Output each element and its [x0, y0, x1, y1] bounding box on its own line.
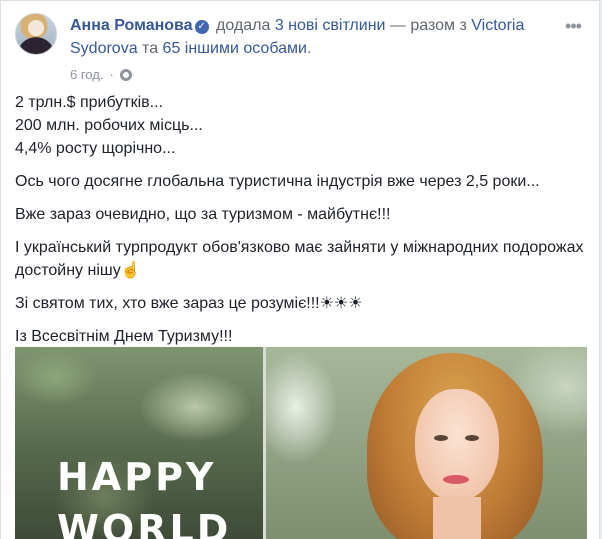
action-text: додала — [216, 17, 271, 34]
portrait-neck — [433, 497, 481, 539]
post-headline: Анна Романова ✓ додала 3 нові світлини — … — [70, 14, 539, 60]
post-photo[interactable]: HAPPY WORLD — [15, 347, 587, 539]
post-paragraph: Вже зараз очевидно, що за туризмом - май… — [15, 206, 391, 223]
author-avatar[interactable] — [15, 13, 57, 55]
stats-line: 4,4% росту щорічно... — [15, 140, 176, 157]
post-header: Анна Романова ✓ додала 3 нові світлини — … — [15, 13, 585, 85]
stats-block: 2 трлн.$ прибутків... 200 млн. робочих м… — [15, 91, 585, 160]
photo-caption: HAPPY WORLD — [57, 451, 231, 539]
stats-line: 2 трлн.$ прибутків... — [15, 94, 164, 111]
portrait-eye — [434, 435, 448, 441]
post-meta: 6 год. · — [70, 67, 132, 82]
photo-caption-line: HAPPY — [57, 455, 217, 499]
post-paragraph: Ось чого досягне глобальна туристична ін… — [15, 173, 540, 190]
post-paragraph: Із Всесвітнім Днем Туризму!!! — [15, 328, 233, 345]
headline-period: . — [306, 40, 312, 57]
post-paragraph: І український турпродукт обов'язково має… — [15, 239, 584, 279]
portrait-lips — [443, 475, 469, 484]
post-card: Анна Романова ✓ додала 3 нові світлини — … — [0, 0, 600, 539]
verified-badge-icon: ✓ — [194, 20, 209, 34]
with-text: — разом з — [389, 17, 467, 34]
portrait-eye — [465, 435, 479, 441]
photos-link[interactable]: 3 нові світлини — [275, 17, 386, 34]
more-options-icon[interactable]: ••• — [561, 15, 585, 37]
author-name[interactable]: Анна Романова — [70, 17, 193, 34]
portrait-face — [415, 389, 499, 501]
post-paragraph: Зі святом тих, хто вже зараз це розуміє!… — [15, 295, 363, 312]
post-timestamp[interactable]: 6 год. — [70, 67, 103, 82]
stats-line: 200 млн. робочих місць... — [15, 117, 203, 134]
photo-caption-line: WORLD — [57, 507, 232, 539]
and-text: та — [142, 40, 159, 57]
others-link[interactable]: 65 іншими особами — [163, 40, 307, 57]
globe-icon[interactable] — [119, 68, 132, 81]
post-text: 2 трлн.$ прибутків... 200 млн. робочих м… — [15, 91, 585, 358]
meta-separator: · — [109, 67, 114, 82]
